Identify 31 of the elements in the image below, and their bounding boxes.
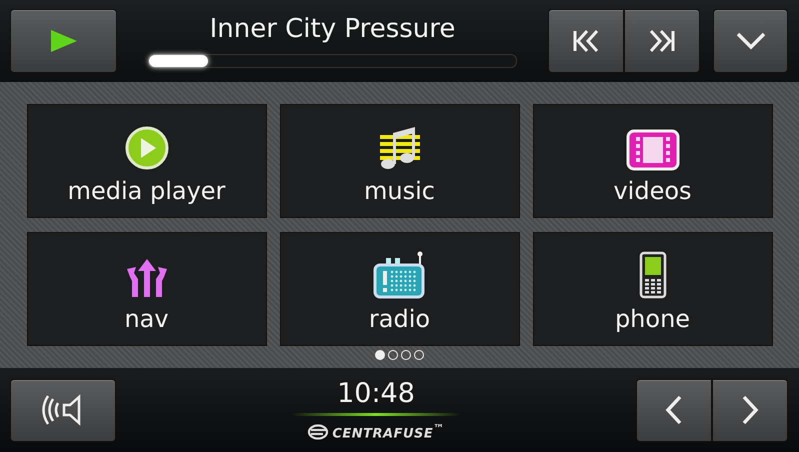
forward-button[interactable] — [712, 378, 788, 442]
audio-button[interactable] — [10, 378, 116, 442]
track-title: Inner City Pressure — [210, 14, 456, 44]
page-dot[interactable] — [388, 350, 398, 360]
page-dot[interactable] — [375, 350, 385, 360]
chevron-down-icon — [736, 32, 766, 50]
play-button[interactable] — [10, 9, 117, 73]
logo-text: CENTRAFUSE$^{™}$ — [332, 422, 445, 442]
chevron-left-icon — [665, 395, 683, 425]
skip-back-icon — [572, 29, 600, 53]
radio-icon — [372, 251, 428, 299]
dropdown-button[interactable] — [713, 9, 788, 73]
back-button[interactable] — [636, 378, 712, 442]
previous-button[interactable] — [548, 9, 624, 73]
next-button[interactable] — [624, 9, 700, 73]
menu-tile[interactable]: videos — [532, 104, 772, 218]
chevron-right-icon — [741, 395, 759, 425]
skip-forward-icon — [648, 29, 676, 53]
logo-icon — [307, 424, 330, 440]
phone-icon — [638, 251, 668, 299]
clock-time: 10:48 — [337, 378, 415, 410]
play-circle-icon — [124, 125, 170, 171]
page-dot[interactable] — [401, 350, 411, 360]
play-icon — [48, 29, 78, 53]
menu-tile[interactable]: nav — [26, 232, 266, 346]
menu-tile[interactable]: phone — [532, 232, 772, 346]
menu-tile[interactable]: radio — [280, 232, 520, 346]
film-icon — [626, 129, 680, 171]
page-dot[interactable] — [414, 350, 424, 360]
menu-tile[interactable]: media player — [26, 104, 266, 218]
menu-tile[interactable]: music — [280, 104, 520, 218]
